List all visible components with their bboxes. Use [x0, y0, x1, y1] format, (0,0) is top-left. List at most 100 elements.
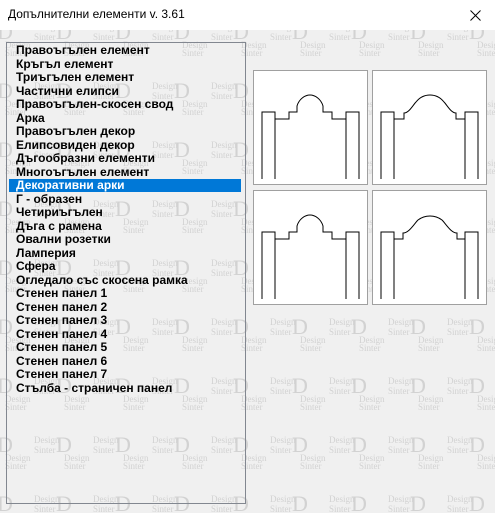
list-item[interactable]: Елипсовиден декор: [9, 138, 241, 152]
list-item[interactable]: Стълба - страничен панел: [9, 381, 241, 395]
list-item[interactable]: Частични елипси: [9, 84, 241, 98]
dialog-window: Допълнителни елементи v. 3.61 D Design Sin…: [0, 0, 495, 513]
watermark-text: Design: [329, 376, 355, 386]
title-bar[interactable]: Допълнителни елементи v. 3.61: [0, 0, 495, 30]
watermark-tile: DDesignSinterDesignSinter: [388, 433, 444, 472]
window-title: Допълнителни елементи v. 3.61: [8, 7, 185, 21]
watermark-text: Sinter: [93, 504, 115, 513]
watermark-text: Sinter: [270, 32, 292, 42]
watermark-text: Sinter: [388, 32, 410, 42]
list-item[interactable]: Стенен панел 6: [9, 354, 241, 368]
watermark-text: Sinter: [270, 504, 292, 513]
watermark-text: Sinter: [211, 504, 233, 513]
list-item[interactable]: Четириъгълен: [9, 206, 241, 219]
watermark-text: Sinter: [388, 445, 410, 455]
arch-4-drawing: [380, 215, 479, 299]
watermark-text: Sinter: [477, 343, 495, 353]
watermark-text: Sinter: [477, 48, 495, 58]
list-item[interactable]: Триъгълен елемент: [9, 71, 241, 84]
watermark-text: Sinter: [359, 402, 381, 412]
watermark-text: Sinter: [388, 327, 410, 337]
watermark-tile: DDesignSinterDesignSinter: [270, 492, 326, 513]
watermark-tile: DDesignSinterDesignSinter: [270, 315, 326, 354]
watermark-tile: DDesignSinterDesignSinter: [447, 374, 495, 413]
watermark-text: Sinter: [418, 402, 440, 412]
watermark-text: Design: [0, 30, 1, 32]
watermark-tile: DDesignSinterDesignSinter: [270, 374, 326, 413]
watermark-text: Design: [447, 376, 473, 386]
watermark-tile: DDesignSinterDesignSinter: [388, 374, 444, 413]
list-item[interactable]: Кръгъл елемент: [9, 57, 241, 71]
watermark-tile: DDesignSinterDesignSinter: [388, 315, 444, 354]
list-item[interactable]: Овални розетки: [9, 233, 241, 246]
watermark-text: Design: [0, 258, 1, 268]
list-item[interactable]: Стенен панел 4: [9, 327, 241, 341]
watermark-text: Sinter: [388, 504, 410, 513]
watermark-tile: DDesignSinterDesignSinter: [447, 433, 495, 472]
list-item[interactable]: Стенен панел 2: [9, 300, 241, 314]
list-item[interactable]: Правоъгълен декор: [9, 125, 241, 138]
watermark-text: Sinter: [93, 32, 115, 42]
watermark-tile: DDesignSinterDesignSinter: [329, 30, 385, 58]
watermark-text: Sinter: [477, 402, 495, 412]
list-item[interactable]: Ламперия: [9, 246, 241, 260]
watermark-text: Sinter: [270, 386, 292, 396]
watermark-text: Design: [388, 376, 414, 386]
watermark-text: Sinter: [418, 343, 440, 353]
list-item[interactable]: Огледало със скосена рамка: [9, 273, 241, 287]
watermark-text: Sinter: [477, 461, 495, 471]
list-item[interactable]: Арка: [9, 111, 241, 125]
watermark-text: Sinter: [329, 386, 351, 396]
watermark-tile: DDesignSinterDesignSinter: [329, 433, 385, 472]
watermark-text: Design: [0, 376, 1, 386]
watermark-text: Sinter: [300, 343, 322, 353]
list-item[interactable]: Многоъгълен елемент: [9, 165, 241, 179]
watermark-text: Sinter: [359, 461, 381, 471]
watermark-tile: DDesignSinterDesignSinter: [270, 30, 326, 58]
list-item[interactable]: Правоъгълен елемент: [9, 44, 241, 57]
list-item[interactable]: Стенен панел 1: [9, 287, 241, 300]
watermark-text: Sinter: [34, 32, 56, 42]
list-item[interactable]: Дъга с рамена: [9, 219, 241, 233]
watermark-text: Sinter: [34, 504, 56, 513]
elements-listbox[interactable]: Правоъгълен елемент Кръгъл елемент Триъгъл…: [6, 42, 246, 504]
watermark-text: Sinter: [300, 402, 322, 412]
list-item[interactable]: Стенен панел 5: [9, 341, 241, 354]
preview-decorative-arch-2[interactable]: [372, 70, 487, 185]
preview-decorative-arch-1[interactable]: [253, 70, 368, 185]
watermark-text: Sinter: [329, 504, 351, 513]
preview-decorative-arch-3[interactable]: [253, 190, 368, 305]
watermark-tile: DDesignSinterDesignSinter: [447, 315, 495, 354]
watermark-tile: DDesignSinterDesignSinter: [270, 433, 326, 472]
watermark-text: Sinter: [329, 327, 351, 337]
watermark-tile: DDesignSinterDesignSinter: [388, 492, 444, 513]
list-item[interactable]: Декоративни арки: [9, 179, 241, 192]
arch-2-drawing: [380, 94, 479, 179]
watermark-text: Design: [329, 317, 355, 327]
list-item[interactable]: Стенен панел 3: [9, 314, 241, 327]
list-item[interactable]: Г - образен: [9, 192, 241, 206]
watermark-text: Sinter: [270, 445, 292, 455]
watermark-text: Sinter: [300, 48, 322, 58]
close-button[interactable]: [455, 0, 495, 30]
watermark-text: Sinter: [447, 327, 469, 337]
list-item[interactable]: Стенен панел 7: [9, 368, 241, 381]
watermark-tile: DDesignSinterDesignSinter: [447, 492, 495, 513]
watermark-text: Sinter: [359, 343, 381, 353]
watermark-text: Sinter: [418, 461, 440, 471]
list-item[interactable]: Дъгообразни елементи: [9, 152, 241, 165]
dialog-client-area: DDesignSinterDesignSinterDDesignSinterDe…: [0, 30, 495, 513]
watermark-text: Sinter: [447, 504, 469, 513]
list-item[interactable]: Сфера: [9, 260, 241, 273]
list-item[interactable]: Правоъгълен-скосен свод: [9, 98, 241, 111]
arch-3-drawing: [261, 214, 360, 299]
arch-1-drawing: [261, 94, 360, 179]
watermark-text: Sinter: [388, 386, 410, 396]
watermark-text: Design: [0, 317, 1, 327]
preview-decorative-arch-4[interactable]: [372, 190, 487, 305]
watermark-text: Design: [447, 435, 473, 445]
watermark-text: Design: [329, 494, 355, 504]
watermark-text: Sinter: [211, 32, 233, 42]
watermark-text: Design: [447, 317, 473, 327]
watermark-text: Sinter: [152, 32, 174, 42]
